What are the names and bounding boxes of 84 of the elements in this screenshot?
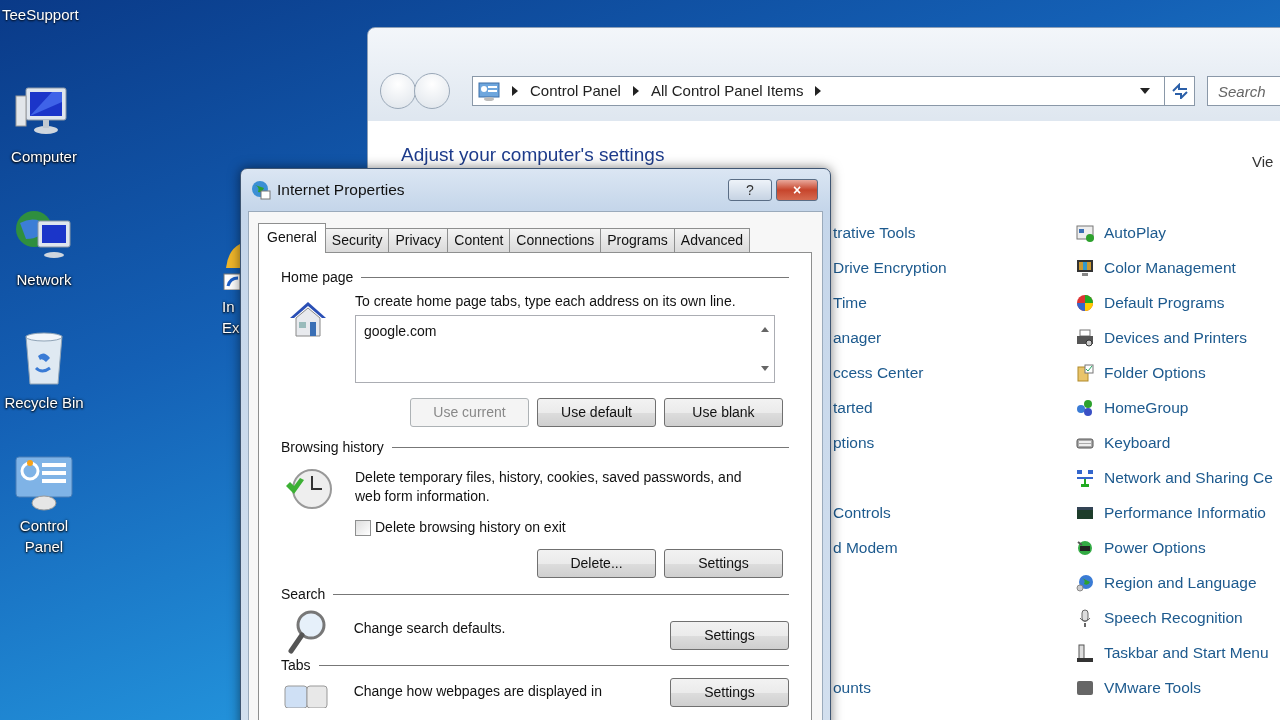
section-label: Browsing history (281, 438, 384, 457)
settings-item-link[interactable]: Default Programs (1104, 291, 1225, 315)
search-field[interactable]: Search (1207, 76, 1280, 106)
settings-item-link[interactable]: Devices and Printers (1104, 326, 1247, 350)
settings-item-link[interactable]: Folder Options (1104, 361, 1206, 385)
printer-icon (1076, 329, 1094, 347)
breadcrumb-link[interactable]: Control Panel (530, 79, 621, 103)
people-icon (1076, 399, 1094, 417)
settings-item-link[interactable]: Controls (833, 504, 891, 522)
dropdown-icon[interactable] (1140, 88, 1150, 94)
icon-label[interactable]: Control Panel (14, 515, 74, 557)
chevron-icon[interactable] (815, 86, 822, 96)
breadcrumb-link[interactable]: All Control Panel Items (650, 79, 804, 103)
icon-label[interactable]: Network (16, 269, 72, 290)
chevron-icon[interactable] (632, 86, 639, 96)
page-heading: Adjust your computer's settings (401, 143, 665, 167)
section-label: Home page (281, 268, 354, 287)
settings-item-link[interactable]: trative Tools (833, 224, 916, 242)
settings-item-link[interactable]: Speech Recognition (1104, 606, 1243, 630)
taskbar-icon (1076, 644, 1094, 662)
settings-item-link[interactable]: ccess Center (833, 364, 924, 382)
help-button[interactable]: ? (728, 179, 772, 201)
globe-icon (1076, 294, 1094, 312)
action-button[interactable]: Settings (664, 549, 783, 578)
settings-item-link[interactable]: Keyboard (1104, 431, 1171, 455)
search-icon (287, 609, 328, 655)
icon-label[interactable]: Computer (11, 146, 77, 167)
clock-icon (284, 468, 332, 510)
description-text: Change search defaults. (353, 619, 507, 638)
settings-item-link[interactable]: VMware Tools (1104, 676, 1202, 700)
settings-item-link[interactable]: ptions (833, 434, 875, 452)
settings-item-link[interactable]: Drive Encryption (833, 259, 947, 277)
settings-item-link[interactable]: Taskbar and Start Menu (1104, 641, 1269, 665)
settings-item-link[interactable]: Network and Sharing Ce (1104, 466, 1273, 490)
screen-icon (1076, 504, 1094, 522)
settings-item-link[interactable]: d Modem (833, 539, 898, 557)
network-icon (1076, 469, 1094, 487)
tab[interactable]: Programs (600, 228, 675, 252)
address-bar[interactable]: Control Panel All Control Panel Items (472, 76, 1195, 106)
chevron-icon[interactable] (512, 86, 518, 96)
description-text: Change how webpages are displayed in (353, 682, 603, 701)
close-button[interactable]: × (776, 179, 818, 201)
section-label: Tabs (281, 656, 311, 675)
checkbox[interactable] (355, 519, 371, 536)
refresh-icon (1170, 83, 1189, 99)
square-logo-icon (1076, 679, 1094, 697)
settings-item-link[interactable]: tarted (833, 399, 873, 417)
settings-item-link[interactable]: ounts (833, 679, 871, 697)
icon-label[interactable]: In Ex (222, 296, 240, 338)
home-page-field[interactable]: google.com (355, 315, 775, 383)
monitor-icon (1076, 259, 1094, 277)
settings-item-link[interactable]: Time (833, 294, 867, 312)
action-button[interactable]: Delete... (537, 549, 656, 578)
tab[interactable]: Connections (509, 228, 602, 252)
section-label: Search (281, 585, 326, 604)
settings-item-link[interactable]: Color Management (1104, 256, 1236, 280)
hint-text: To create home page tabs, type each address on its own line. (355, 292, 737, 311)
action-button[interactable]: Use blank (664, 398, 783, 427)
action-button[interactable]: Use default (537, 398, 656, 427)
settings-item-link[interactable]: AutoPlay (1104, 221, 1167, 245)
view-label[interactable]: Vie (1252, 151, 1274, 174)
globe-icon (251, 180, 271, 200)
settings-item-link[interactable]: anager (833, 329, 882, 347)
settings-item-link[interactable]: Power Options (1104, 536, 1206, 560)
tab[interactable]: Advanced (673, 228, 751, 252)
folder-icon (1076, 364, 1094, 382)
dialog-title: Internet Properties (277, 180, 406, 201)
checkbox-label[interactable]: Delete browsing history on exit (375, 518, 566, 537)
tab[interactable]: Content (447, 228, 511, 252)
settings-button[interactable]: Settings (670, 678, 789, 707)
tab[interactable]: General (258, 223, 326, 253)
settings-button[interactable]: Settings (670, 621, 789, 650)
description-text: Delete temporary files, history, cookies, saved passwords, and web form information. (355, 468, 743, 506)
settings-item-link[interactable]: Region and Language (1104, 571, 1257, 595)
settings-item-link[interactable]: HomeGroup (1104, 396, 1189, 420)
autoplay-icon (1076, 224, 1094, 242)
settings-item-link[interactable]: Performance Informatio (1104, 501, 1266, 525)
tab[interactable]: Privacy (388, 228, 449, 252)
tab[interactable]: Security (324, 228, 390, 252)
control-panel-icon (478, 81, 500, 101)
icon-label[interactable]: Recycle Bin (4, 392, 84, 413)
globe-icon (1076, 574, 1094, 592)
user-label: TeeSupport (2, 5, 79, 25)
plug-icon (1076, 539, 1094, 557)
